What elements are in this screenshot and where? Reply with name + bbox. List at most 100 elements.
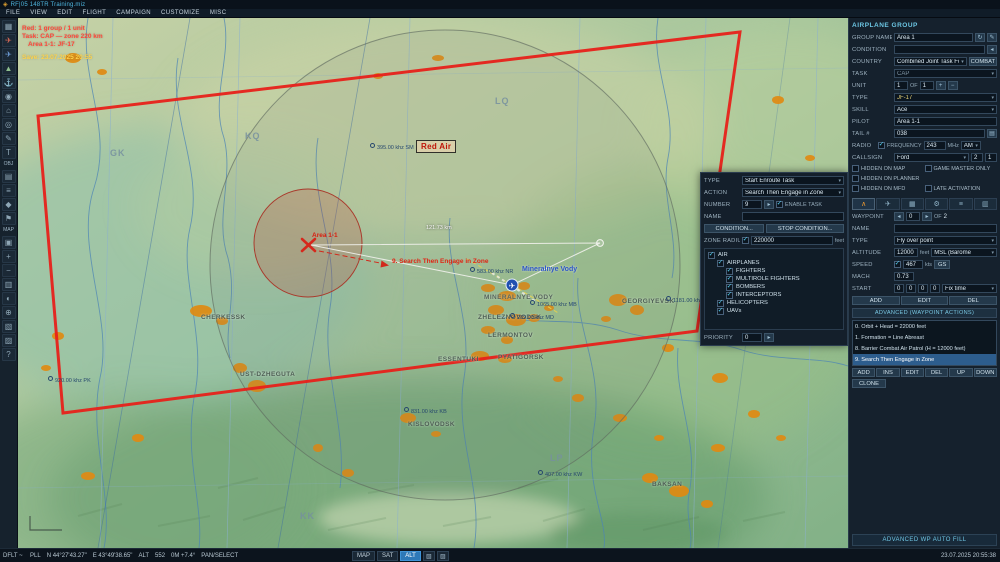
mission-list-tool[interactable]: ≡ [1, 184, 16, 197]
checkbox[interactable] [726, 291, 733, 299]
target-category-item[interactable]: HELICOPTERS [705, 299, 843, 307]
advanced-wp-autofill-button[interactable]: ADVANCED WP AUTO FILL [852, 534, 997, 546]
waypoint-add-button[interactable]: ADD [852, 296, 900, 305]
target-category-item[interactable]: UAVs [705, 307, 843, 315]
radio-checkbox[interactable] [878, 142, 885, 149]
map-mode-indicator[interactable]: DFLT ~ [3, 549, 23, 562]
start-hour-input[interactable]: 0 [906, 284, 916, 293]
blue-coalition-tool[interactable]: ✈ [1, 48, 16, 61]
checkbox[interactable] [717, 307, 724, 315]
terrain-tool[interactable]: ▧ [1, 320, 16, 333]
add-vehicle-tool[interactable]: ▲ [1, 62, 16, 75]
add-trigger-zone-tool[interactable]: ◎ [1, 118, 16, 131]
add-building-tool[interactable]: ⌂ [1, 104, 16, 117]
callsign-select[interactable]: Ford ▾ [894, 153, 969, 162]
waypoint-name-input[interactable] [894, 224, 997, 233]
checkbox[interactable] [717, 299, 724, 307]
zone-radius-checkbox[interactable] [742, 237, 749, 244]
summary-tab[interactable]: ≡ [949, 198, 973, 210]
start-second-input[interactable]: 0 [930, 284, 940, 293]
target-category-item[interactable]: AIRPLANES [705, 259, 843, 267]
action-up-button[interactable]: UP [949, 368, 973, 377]
task-name-input[interactable] [742, 212, 844, 221]
weather-tool[interactable]: ▨ [1, 334, 16, 347]
zoom-out-tool[interactable]: − [1, 264, 16, 277]
hidden-on-planner-checkbox[interactable]: HIDDEN ON PLANNER [852, 175, 925, 182]
help-tool[interactable]: ? [1, 348, 16, 361]
zoom-in-tool[interactable]: + [1, 250, 16, 263]
zone-radius-input[interactable]: 220000 [751, 236, 833, 245]
time-of-day-tool[interactable]: ◐ [1, 292, 16, 305]
altitude-input[interactable]: 12000 [894, 248, 918, 257]
speed-checkbox[interactable] [894, 261, 901, 268]
waypoint-delete-button[interactable]: DEL [949, 296, 998, 305]
list-icon[interactable]: ▤ [987, 129, 997, 138]
sat-view-button[interactable]: SAT [377, 551, 399, 561]
group-name-input[interactable]: Area 1 [894, 33, 973, 42]
target-category-item[interactable]: AIR [705, 251, 843, 259]
checkbox[interactable] [726, 275, 733, 283]
waypoint-next-icon[interactable]: ▸ [922, 212, 932, 221]
waypoint-marker[interactable] [596, 239, 604, 247]
add-static-tool[interactable]: ◉ [1, 90, 16, 103]
enable-task-checkbox[interactable] [776, 201, 783, 208]
add-text-tool[interactable]: T [1, 146, 16, 159]
add-waypoint-tool[interactable]: ⊕ [1, 306, 16, 319]
stop-condition-button[interactable]: STOP CONDITION... [766, 224, 844, 233]
target-category-item[interactable]: BOMBERS [705, 283, 843, 291]
collapse-icon[interactable]: ◂ [987, 45, 997, 54]
checkbox[interactable] [726, 283, 733, 291]
skill-select[interactable]: Ace ▾ [894, 105, 997, 114]
callsign-number-input[interactable]: 1 [985, 153, 997, 162]
overlay-toggle-icon[interactable]: ▨ [436, 551, 449, 561]
target-category-item[interactable]: FIGHTERS [705, 267, 843, 275]
checkbox[interactable] [708, 251, 715, 259]
minus-icon[interactable]: − [947, 81, 958, 90]
country-select[interactable]: Combined Joint Task Forces▾ [894, 57, 967, 66]
menu-item[interactable]: EDIT [57, 10, 72, 16]
pilot-name-input[interactable]: Area 1-1 [894, 117, 997, 126]
action-edit-button[interactable]: EDIT [900, 368, 924, 377]
action-add-button[interactable]: ADD [852, 368, 876, 377]
map-options-tool[interactable]: ▣ [1, 236, 16, 249]
waypoint-action-row[interactable]: 8. Barrier Combat Air Patrol (H = 12000 … [853, 343, 996, 354]
action-delete-button[interactable]: DEL [924, 368, 949, 377]
waypoint-action-row[interactable]: 0. Orbit + Head = 22000 feet [853, 321, 996, 332]
waypoint-prev-icon[interactable]: ◂ [894, 212, 904, 221]
unit-count-input[interactable]: 1 [894, 81, 908, 90]
start-day-input[interactable]: 0 [894, 284, 904, 293]
unit-list-tool[interactable]: ▤ [1, 170, 16, 183]
ground-speed-button[interactable]: GS [934, 260, 951, 269]
payload-tab[interactable]: ▦ [900, 198, 924, 210]
action-insert-button[interactable]: INS [876, 368, 900, 377]
flag-tool[interactable]: ⚑ [1, 212, 16, 225]
task-select[interactable]: CAP ▾ [894, 69, 997, 78]
condition-button[interactable]: CONDITION... [704, 224, 765, 233]
waypoint-edit-button[interactable]: EDIT [900, 296, 949, 305]
frequency-input[interactable]: 243 [923, 141, 946, 150]
callsign-flight-input[interactable]: 2 [971, 153, 983, 162]
objects-filter-label[interactable]: OBJ [2, 160, 16, 169]
edit-icon[interactable]: ✎ [987, 33, 997, 42]
menu-item[interactable]: CUSTOMIZE [161, 10, 200, 16]
start-mode-select[interactable]: Fix time ▾ [942, 284, 997, 293]
late-activation-checkbox[interactable]: LATE ACTIVATION [924, 185, 998, 192]
grid-tool[interactable]: ▥ [1, 278, 16, 291]
tail-number-input[interactable]: 038 [894, 129, 985, 138]
datalink-tab[interactable]: ▥ [973, 198, 997, 210]
altitude-ref-select[interactable]: MSL (Barome ▾ [931, 248, 997, 257]
checkbox[interactable] [717, 259, 724, 267]
map-layers-tool[interactable]: ▦ [1, 20, 16, 33]
aircraft-type-select[interactable]: JF-17 ▾ [894, 93, 997, 102]
action-clone-button[interactable]: CLONE [852, 379, 886, 388]
red-coalition-tool[interactable]: ✈ [1, 34, 16, 47]
mach-input[interactable]: 0.73 [894, 272, 914, 281]
menu-item[interactable]: MISC [210, 10, 227, 16]
menu-item[interactable]: VIEW [30, 10, 47, 16]
menu-item[interactable]: FLIGHT [83, 10, 107, 16]
add-ship-tool[interactable]: ⚓ [1, 76, 16, 89]
template-tool[interactable]: ◆ [1, 198, 16, 211]
waypoint-action-row[interactable]: 1. Formation = Line Abreast [853, 332, 996, 343]
advanced-waypoint-actions-header[interactable]: ADVANCED (WAYPOINT ACTIONS) [852, 308, 997, 318]
waypoint-type-select[interactable]: Fly over point ▾ [894, 236, 997, 245]
